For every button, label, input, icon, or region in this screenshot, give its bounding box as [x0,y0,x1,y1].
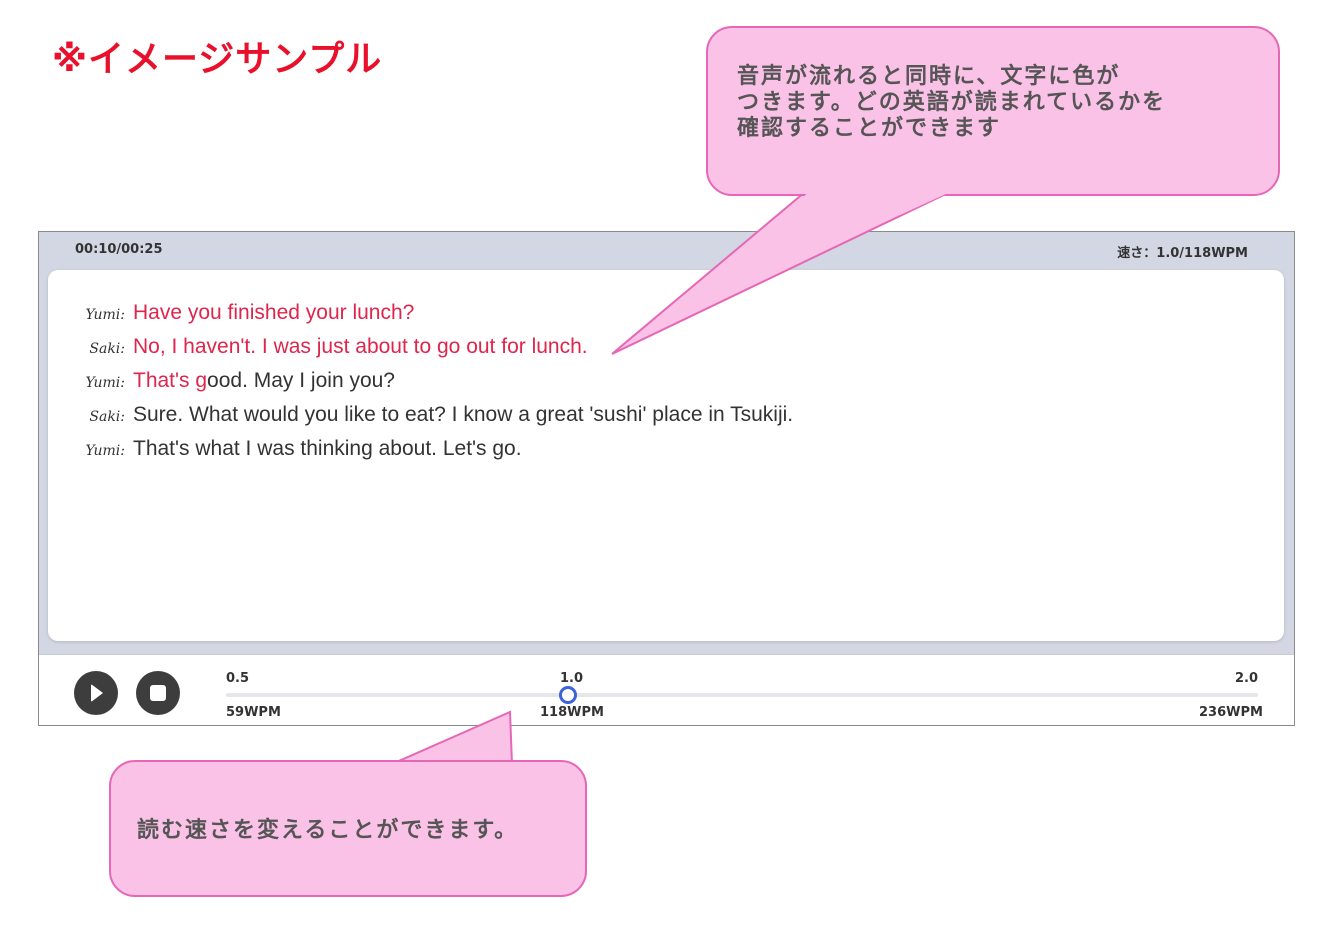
top-callout-text: 音声が流れると同時に、文字に色が つきます。どの英語が読まれているかを 確認する… [737,64,1167,141]
bottom-callout-text: 読む速さを変えることができます。 [137,818,519,843]
top-tail-join [790,193,948,215]
bottom-tail-join [394,763,510,775]
